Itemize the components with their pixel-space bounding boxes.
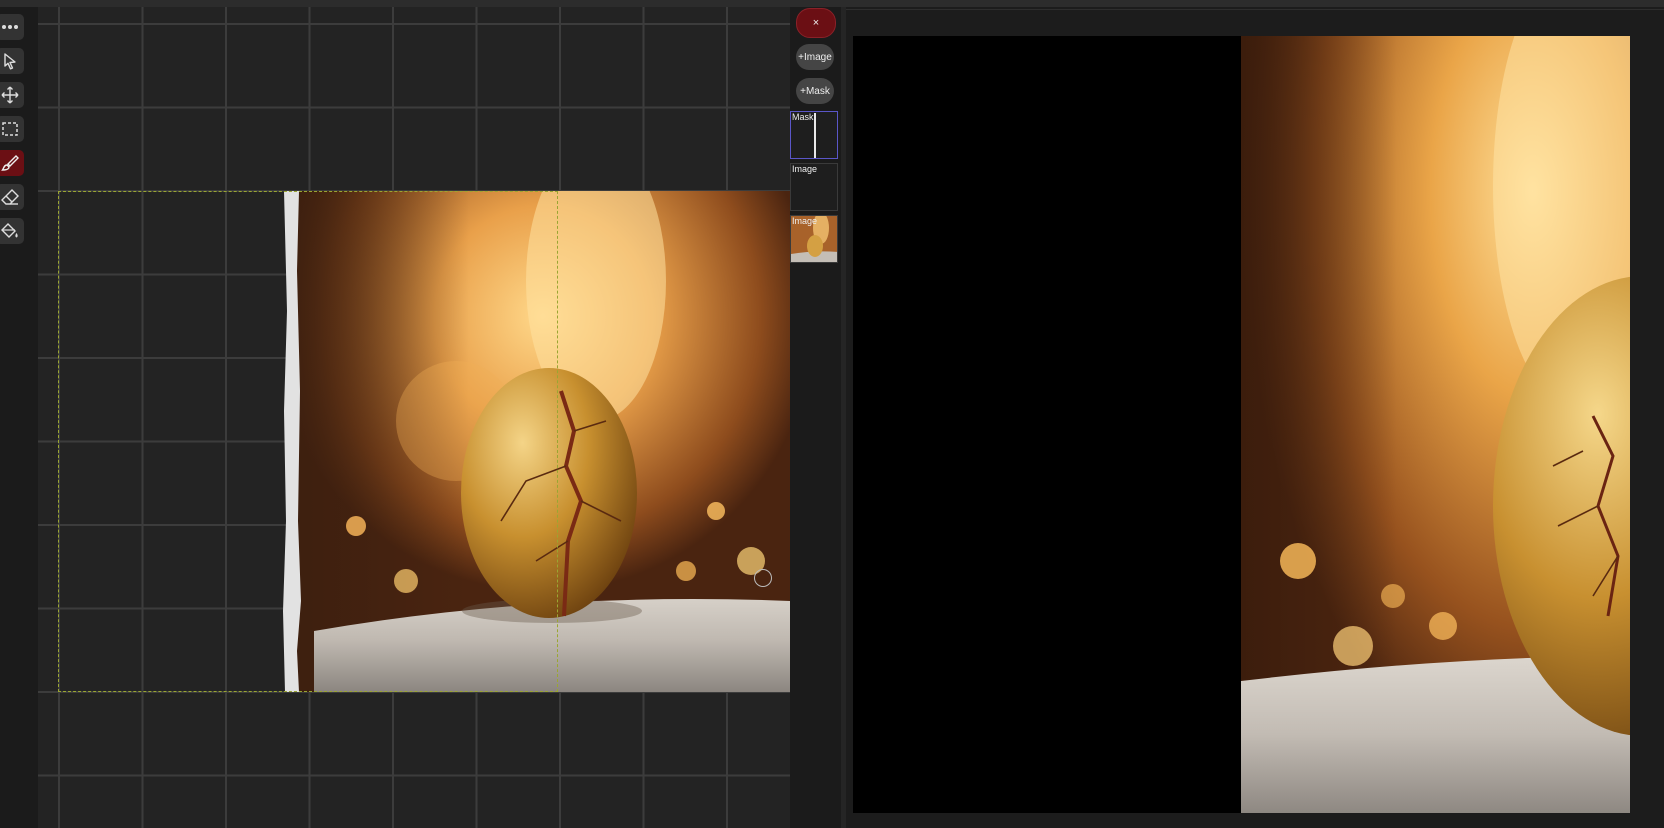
select-tool-button[interactable] [0, 48, 24, 74]
layer-label: Mask [792, 112, 814, 122]
more-tool-button[interactable] [0, 14, 24, 40]
brush-cursor [754, 569, 772, 587]
marquee-icon [2, 122, 18, 136]
brush-icon [1, 155, 19, 171]
close-button[interactable]: × [796, 8, 836, 38]
layer-label: Image [792, 164, 818, 174]
layer-image-egg[interactable]: Image [790, 215, 838, 263]
more-icon [2, 25, 18, 29]
preview-image [853, 36, 1630, 813]
fill-tool-button[interactable] [0, 218, 24, 244]
layer-mask[interactable]: Mask [790, 111, 838, 159]
move-tool-button[interactable] [0, 82, 24, 108]
editor-canvas[interactable] [38, 7, 790, 828]
add-image-button[interactable]: +Image [796, 44, 834, 70]
output-preview [853, 36, 1630, 813]
marquee-tool-button[interactable] [0, 116, 24, 142]
eraser-tool-button[interactable] [0, 184, 24, 210]
fill-icon [1, 223, 18, 238]
preview-border [846, 9, 1664, 10]
layer-label: Image [792, 216, 818, 226]
add-mask-button[interactable]: +Mask [796, 78, 834, 104]
brush-tool-button[interactable] [0, 150, 24, 176]
eraser-icon [1, 189, 19, 205]
select-icon [4, 53, 16, 70]
move-icon [1, 86, 19, 104]
layer-image-empty[interactable]: Image [790, 163, 838, 211]
selection-marquee[interactable] [58, 191, 558, 692]
top-bar [0, 0, 1664, 7]
